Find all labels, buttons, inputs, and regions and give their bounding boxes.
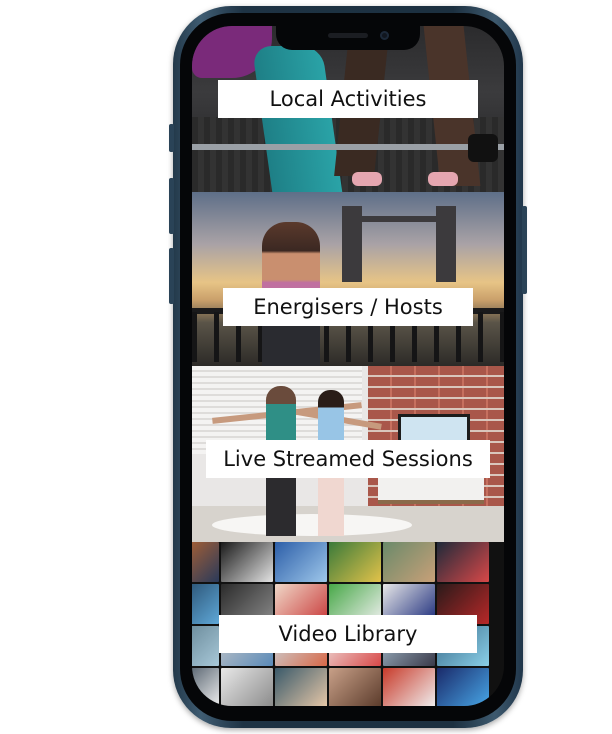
tile-photo-rug	[212, 514, 412, 536]
video-thumbnail	[275, 542, 327, 582]
tile-photo-shoe	[352, 172, 382, 186]
tile-video-library[interactable]: Video Library	[192, 542, 504, 706]
video-thumbnail	[437, 542, 489, 582]
tile-photo-shoe	[468, 134, 498, 162]
tile-photo-shoe	[428, 172, 458, 186]
volume-up-button	[169, 178, 174, 234]
video-thumbnail	[383, 542, 435, 582]
tile-energisers-hosts[interactable]: Energisers / Hosts	[192, 192, 504, 366]
phone-screen: Local Activities Energisers / Hosts Live…	[192, 26, 504, 706]
tile-label: Video Library	[219, 615, 477, 653]
tile-label: Live Streamed Sessions	[206, 440, 490, 478]
video-thumbnail	[221, 668, 273, 706]
tile-live-streamed-sessions[interactable]: Live Streamed Sessions	[192, 366, 504, 542]
notch	[276, 26, 420, 50]
tile-photo-cabinet	[378, 478, 484, 504]
video-thumbnail	[192, 668, 219, 706]
tile-photo-bridge-walkway	[342, 216, 456, 222]
tile-photo-barbell	[192, 144, 504, 150]
video-thumbnail	[192, 626, 219, 666]
tile-label: Energisers / Hosts	[223, 288, 473, 326]
video-thumbnail	[192, 542, 219, 582]
video-thumbnail	[329, 542, 381, 582]
volume-down-button	[169, 248, 174, 304]
tile-local-activities[interactable]: Local Activities	[192, 26, 504, 192]
power-button	[522, 206, 527, 294]
video-thumbnail	[275, 668, 327, 706]
tile-label: Local Activities	[218, 80, 478, 118]
silent-switch	[169, 124, 174, 152]
front-camera-icon	[380, 31, 389, 40]
video-thumbnail	[437, 668, 489, 706]
video-thumbnail	[221, 542, 273, 582]
video-thumbnail	[383, 668, 435, 706]
video-thumbnail	[329, 668, 381, 706]
video-thumbnail	[192, 584, 219, 624]
earpiece-speaker	[328, 33, 368, 38]
